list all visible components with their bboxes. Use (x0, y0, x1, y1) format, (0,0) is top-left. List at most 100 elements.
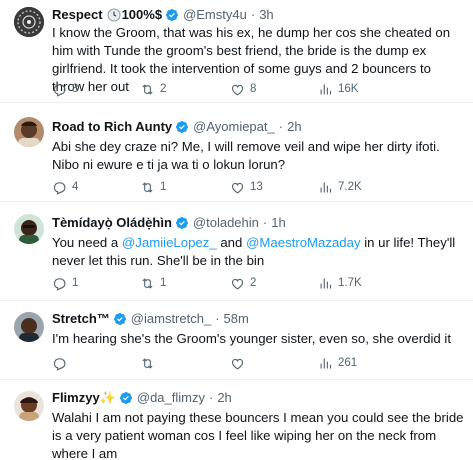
mention-link[interactable]: @MaestroMazaday (246, 235, 361, 250)
avatar[interactable] (14, 117, 44, 147)
reply-icon (53, 357, 66, 371)
tweet[interactable]: Respect 100%$ @Emsty4u · 3h I know the G… (0, 0, 473, 103)
user-handle[interactable]: @toladehin (193, 214, 259, 231)
views-button[interactable]: 1.7K (318, 274, 362, 292)
retweet-icon (142, 181, 153, 193)
retweet-button[interactable]: 2 (140, 80, 166, 98)
verified-badge-icon (119, 391, 133, 405)
retweet-icon (142, 357, 153, 369)
views-button[interactable]: 261 (318, 354, 357, 372)
views-count: 1.7K (338, 277, 362, 289)
retweet-count: 2 (160, 83, 167, 95)
timestamp[interactable]: 2h (287, 118, 301, 135)
tweet-actions: 1 1 2 1.7K (52, 274, 465, 292)
views-count: 261 (338, 357, 358, 369)
avatar[interactable] (14, 214, 44, 244)
avatar[interactable] (14, 391, 44, 421)
avatar[interactable] (14, 312, 44, 342)
tweet-text: You need a @JamiieLopez_ and @MaestroMaz… (52, 234, 465, 270)
tweet-header: Respect 100%$ @Emsty4u · 3h (52, 6, 465, 23)
retweet-button[interactable]: 1 (140, 178, 166, 196)
views-icon (320, 358, 332, 368)
tweet-text: Abi she dey craze ni? Me, I will remove … (52, 139, 440, 172)
reply-button[interactable]: 1 (52, 274, 78, 292)
reply-count: 8 (72, 83, 79, 95)
user-handle[interactable]: @Ayomiepat_ (193, 118, 275, 135)
verified-badge-icon (175, 216, 189, 230)
separator-dot: · (278, 119, 284, 134)
tweet-header: Flimzyy✨ @da_flimzy · 2h (52, 389, 465, 406)
reply-button[interactable]: 8 (52, 80, 78, 98)
like-count: 13 (250, 181, 263, 193)
views-icon (320, 84, 332, 94)
separator-dot: · (215, 311, 220, 326)
like-icon (231, 278, 244, 289)
views-count: 7.2K (338, 181, 362, 193)
tweet[interactable]: Flimzyy✨ @da_flimzy · 2h Walahi I am not… (0, 380, 473, 460)
display-name[interactable]: Tèmídayọ̀ Oládẹ̀hìn (52, 214, 172, 231)
tweet-text-part: You need a (52, 235, 122, 250)
display-name-suffix: 100%$ (121, 7, 163, 22)
user-handle[interactable]: @da_flimzy (137, 389, 205, 406)
display-name[interactable]: Flimzyy✨ (52, 389, 116, 406)
separator-dot: · (208, 390, 214, 405)
verified-badge-icon (113, 312, 127, 326)
retweet-count: 1 (160, 277, 167, 289)
views-button[interactable]: 7.2K (318, 178, 362, 196)
like-icon (231, 84, 244, 95)
reply-icon (53, 277, 66, 291)
like-button[interactable] (230, 354, 250, 372)
tweet-header: Stretch™ @iamstretch_ · 58m (52, 310, 465, 327)
reply-count: 4 (72, 181, 79, 193)
like-button[interactable]: 2 (230, 274, 256, 292)
timestamp[interactable]: 3h (259, 6, 273, 23)
tweet-actions: 4 1 13 7.2K (52, 178, 465, 196)
display-name[interactable]: Respect (52, 6, 103, 23)
like-icon (231, 182, 244, 193)
display-name[interactable]: Road to Rich Aunty (52, 118, 172, 135)
views-icon (320, 278, 332, 288)
retweet-count: 1 (160, 181, 167, 193)
tweet-actions: 261 (52, 354, 465, 372)
avatar[interactable] (14, 7, 44, 37)
reply-icon (53, 181, 66, 195)
clock-emoji-icon (107, 8, 121, 22)
separator-dot: · (250, 7, 256, 22)
tweet-text: I'm hearing she's the Groom's younger si… (52, 331, 451, 346)
tweet-header: Tèmídayọ̀ Oládẹ̀hìn @toladehin · 1h (52, 214, 465, 231)
verified-badge-icon (165, 8, 179, 22)
separator-dot: · (262, 215, 268, 230)
user-handle[interactable]: @iamstretch_ (131, 310, 211, 327)
tweet[interactable]: Stretch™ @iamstretch_ · 58m I'm hearing … (0, 301, 473, 380)
reply-count: 1 (72, 277, 79, 289)
reply-button[interactable] (52, 354, 72, 372)
reply-icon (53, 83, 66, 97)
views-button[interactable]: 16K (318, 80, 358, 98)
timestamp[interactable]: 58m (224, 310, 249, 327)
verified-badge-icon (175, 120, 189, 134)
timestamp[interactable]: 2h (217, 389, 231, 406)
user-handle[interactable]: @Emsty4u (183, 6, 247, 23)
mention-link[interactable]: @JamiieLopez_ (122, 235, 217, 250)
like-count: 8 (250, 83, 257, 95)
reply-button[interactable]: 4 (52, 178, 78, 196)
retweet-icon (142, 277, 153, 289)
like-icon (231, 358, 244, 369)
tweet-text-part: and (216, 235, 247, 250)
views-icon (320, 182, 332, 192)
tweet[interactable]: Road to Rich Aunty @Ayomiepat_ · 2h Abi … (0, 103, 473, 202)
retweet-icon (142, 83, 153, 95)
tweet-header: Road to Rich Aunty @Ayomiepat_ · 2h (52, 118, 465, 135)
tweet-text: Walahi I am not paying these bouncers I … (52, 409, 465, 460)
timestamp[interactable]: 1h (271, 214, 285, 231)
retweet-button[interactable] (140, 354, 160, 372)
like-count: 2 (250, 277, 257, 289)
like-button[interactable]: 8 (230, 80, 256, 98)
like-button[interactable]: 13 (230, 178, 263, 196)
display-name[interactable]: Stretch™ (52, 310, 110, 327)
retweet-button[interactable]: 1 (140, 274, 166, 292)
tweet[interactable]: Tèmídayọ̀ Oládẹ̀hìn @toladehin · 1h You … (0, 202, 473, 301)
tweet-actions: 8 2 8 16K (52, 80, 465, 98)
tweet-text-part: Walahi I am not paying these bouncers I … (52, 410, 464, 460)
views-count: 16K (338, 83, 359, 95)
